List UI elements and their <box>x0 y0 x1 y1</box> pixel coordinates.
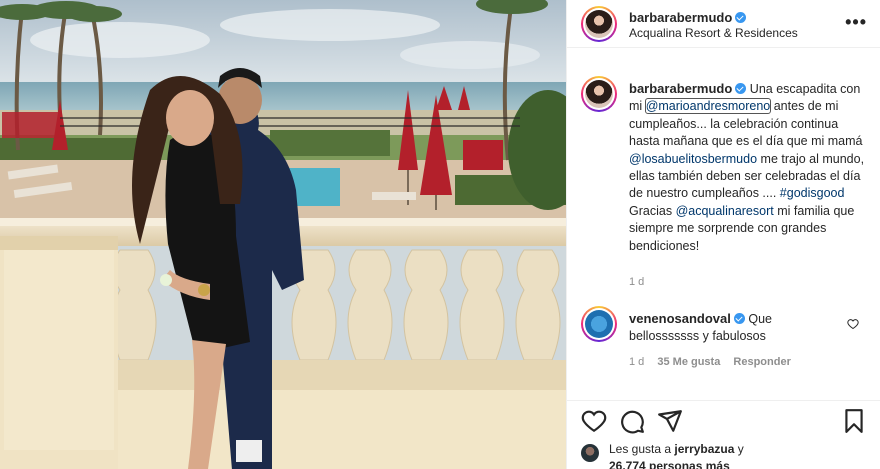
commenter-username[interactable]: venenosandoval <box>629 311 731 326</box>
comments-scroll-area[interactable]: barbarabermudo Una escapadita con mi @ma… <box>567 48 880 388</box>
commenter-avatar[interactable] <box>581 306 617 342</box>
likes-summary: Les gusta a jerrybazua y 26.774 personas… <box>581 441 871 469</box>
comment-likes-count[interactable]: 35 Me gusta <box>657 356 720 368</box>
author-avatar[interactable] <box>581 6 617 42</box>
verified-badge-icon <box>735 12 747 23</box>
post-photo[interactable] <box>0 0 566 469</box>
mention-link[interactable]: @losabuelitosbermudo <box>629 152 757 166</box>
send-icon[interactable] <box>657 408 683 434</box>
likes-count[interactable]: 26.774 personas más <box>609 459 730 469</box>
author-name-row: barbarabermudo <box>629 9 747 25</box>
instagram-post-view: barbarabermudo Acqualina Resort & Reside… <box>0 0 880 469</box>
mention-link[interactable]: @acqualinaresort <box>676 204 774 218</box>
caption-text-part: Gracias <box>629 203 673 218</box>
author-username[interactable]: barbarabermudo <box>629 10 732 25</box>
verified-badge-icon <box>735 83 747 94</box>
hashtag-link[interactable]: #godisgood <box>780 186 845 200</box>
likes-prefix: Les gusta a <box>609 442 672 456</box>
more-options-icon[interactable]: ••• <box>845 12 867 33</box>
caption-text: barbarabermudo Una escapadita con mi @ma… <box>629 80 869 255</box>
post-actions-bar <box>567 400 880 440</box>
liker-username[interactable]: jerrybazua <box>674 442 734 456</box>
caption-author-avatar[interactable] <box>581 76 617 112</box>
location-link[interactable]: Acqualina Resort & Residences <box>629 26 798 40</box>
caption-author-username[interactable]: barbarabermudo <box>629 81 732 96</box>
photo-illustration <box>0 0 566 469</box>
comment-like-heart-icon[interactable] <box>847 318 859 330</box>
caption-timestamp[interactable]: 1 d <box>629 276 644 288</box>
mention-link[interactable]: @marioandresmoreno <box>644 98 772 115</box>
likes-conj: y <box>737 442 744 456</box>
post-side-panel: barbarabermudo Acqualina Resort & Reside… <box>566 0 880 469</box>
verified-badge-icon <box>733 313 745 324</box>
comment-meta: 1 d 35 Me gusta Responder <box>629 356 791 368</box>
comment-text: venenosandoval Que bellosssssss y fabulo… <box>629 310 839 346</box>
bookmark-icon[interactable] <box>841 408 867 434</box>
comment-timestamp[interactable]: 1 d <box>629 356 644 368</box>
post-header: barbarabermudo Acqualina Resort & Reside… <box>567 0 880 48</box>
comment-icon[interactable] <box>619 408 645 434</box>
heart-icon[interactable] <box>581 408 607 434</box>
reply-button[interactable]: Responder <box>733 356 790 368</box>
